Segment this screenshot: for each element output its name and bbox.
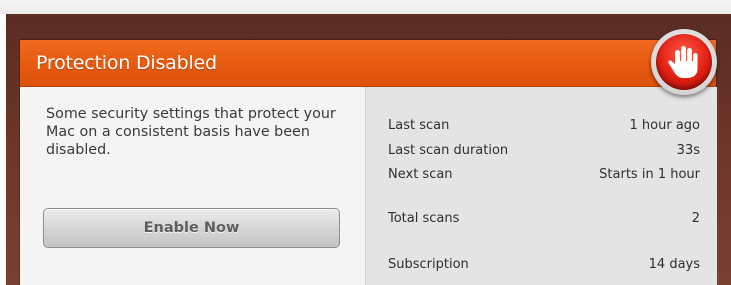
stat-row-last-scan-duration: Last scan duration 33s [388, 143, 700, 161]
stat-value: 1 hour ago [629, 118, 700, 133]
stat-row-total-scans: Total scans 2 [388, 211, 700, 229]
stat-row-subscription: Subscription 14 days [388, 257, 700, 275]
stat-row-next-scan: Next scan Starts in 1 hour [388, 167, 700, 185]
protection-status-panel: Protection Disabled Some security settin… [20, 40, 717, 285]
stat-value: Starts in 1 hour [599, 167, 700, 182]
stop-badge-red-disc [656, 34, 712, 90]
enable-now-button[interactable]: Enable Now [43, 208, 340, 248]
stat-value: 14 days [648, 257, 700, 272]
stat-value: 33s [676, 143, 700, 158]
stat-label: Last scan [388, 118, 450, 133]
panel-header: Protection Disabled [20, 40, 716, 87]
stop-hand-icon [651, 29, 717, 95]
status-message: Some security settings that protect your… [46, 106, 336, 158]
stat-label: Subscription [388, 257, 469, 272]
stat-label: Next scan [388, 167, 453, 182]
scan-info-pane: Last scan 1 hour ago Last scan duration … [365, 87, 717, 285]
stat-label: Last scan duration [388, 143, 509, 158]
stat-label: Total scans [388, 211, 460, 226]
stat-row-last-scan: Last scan 1 hour ago [388, 118, 700, 136]
status-message-pane: Some security settings that protect your… [20, 87, 365, 285]
stat-value: 2 [691, 211, 700, 226]
panel-title: Protection Disabled [36, 52, 217, 74]
hand-icon [668, 46, 698, 78]
window-top-strip [0, 0, 731, 14]
